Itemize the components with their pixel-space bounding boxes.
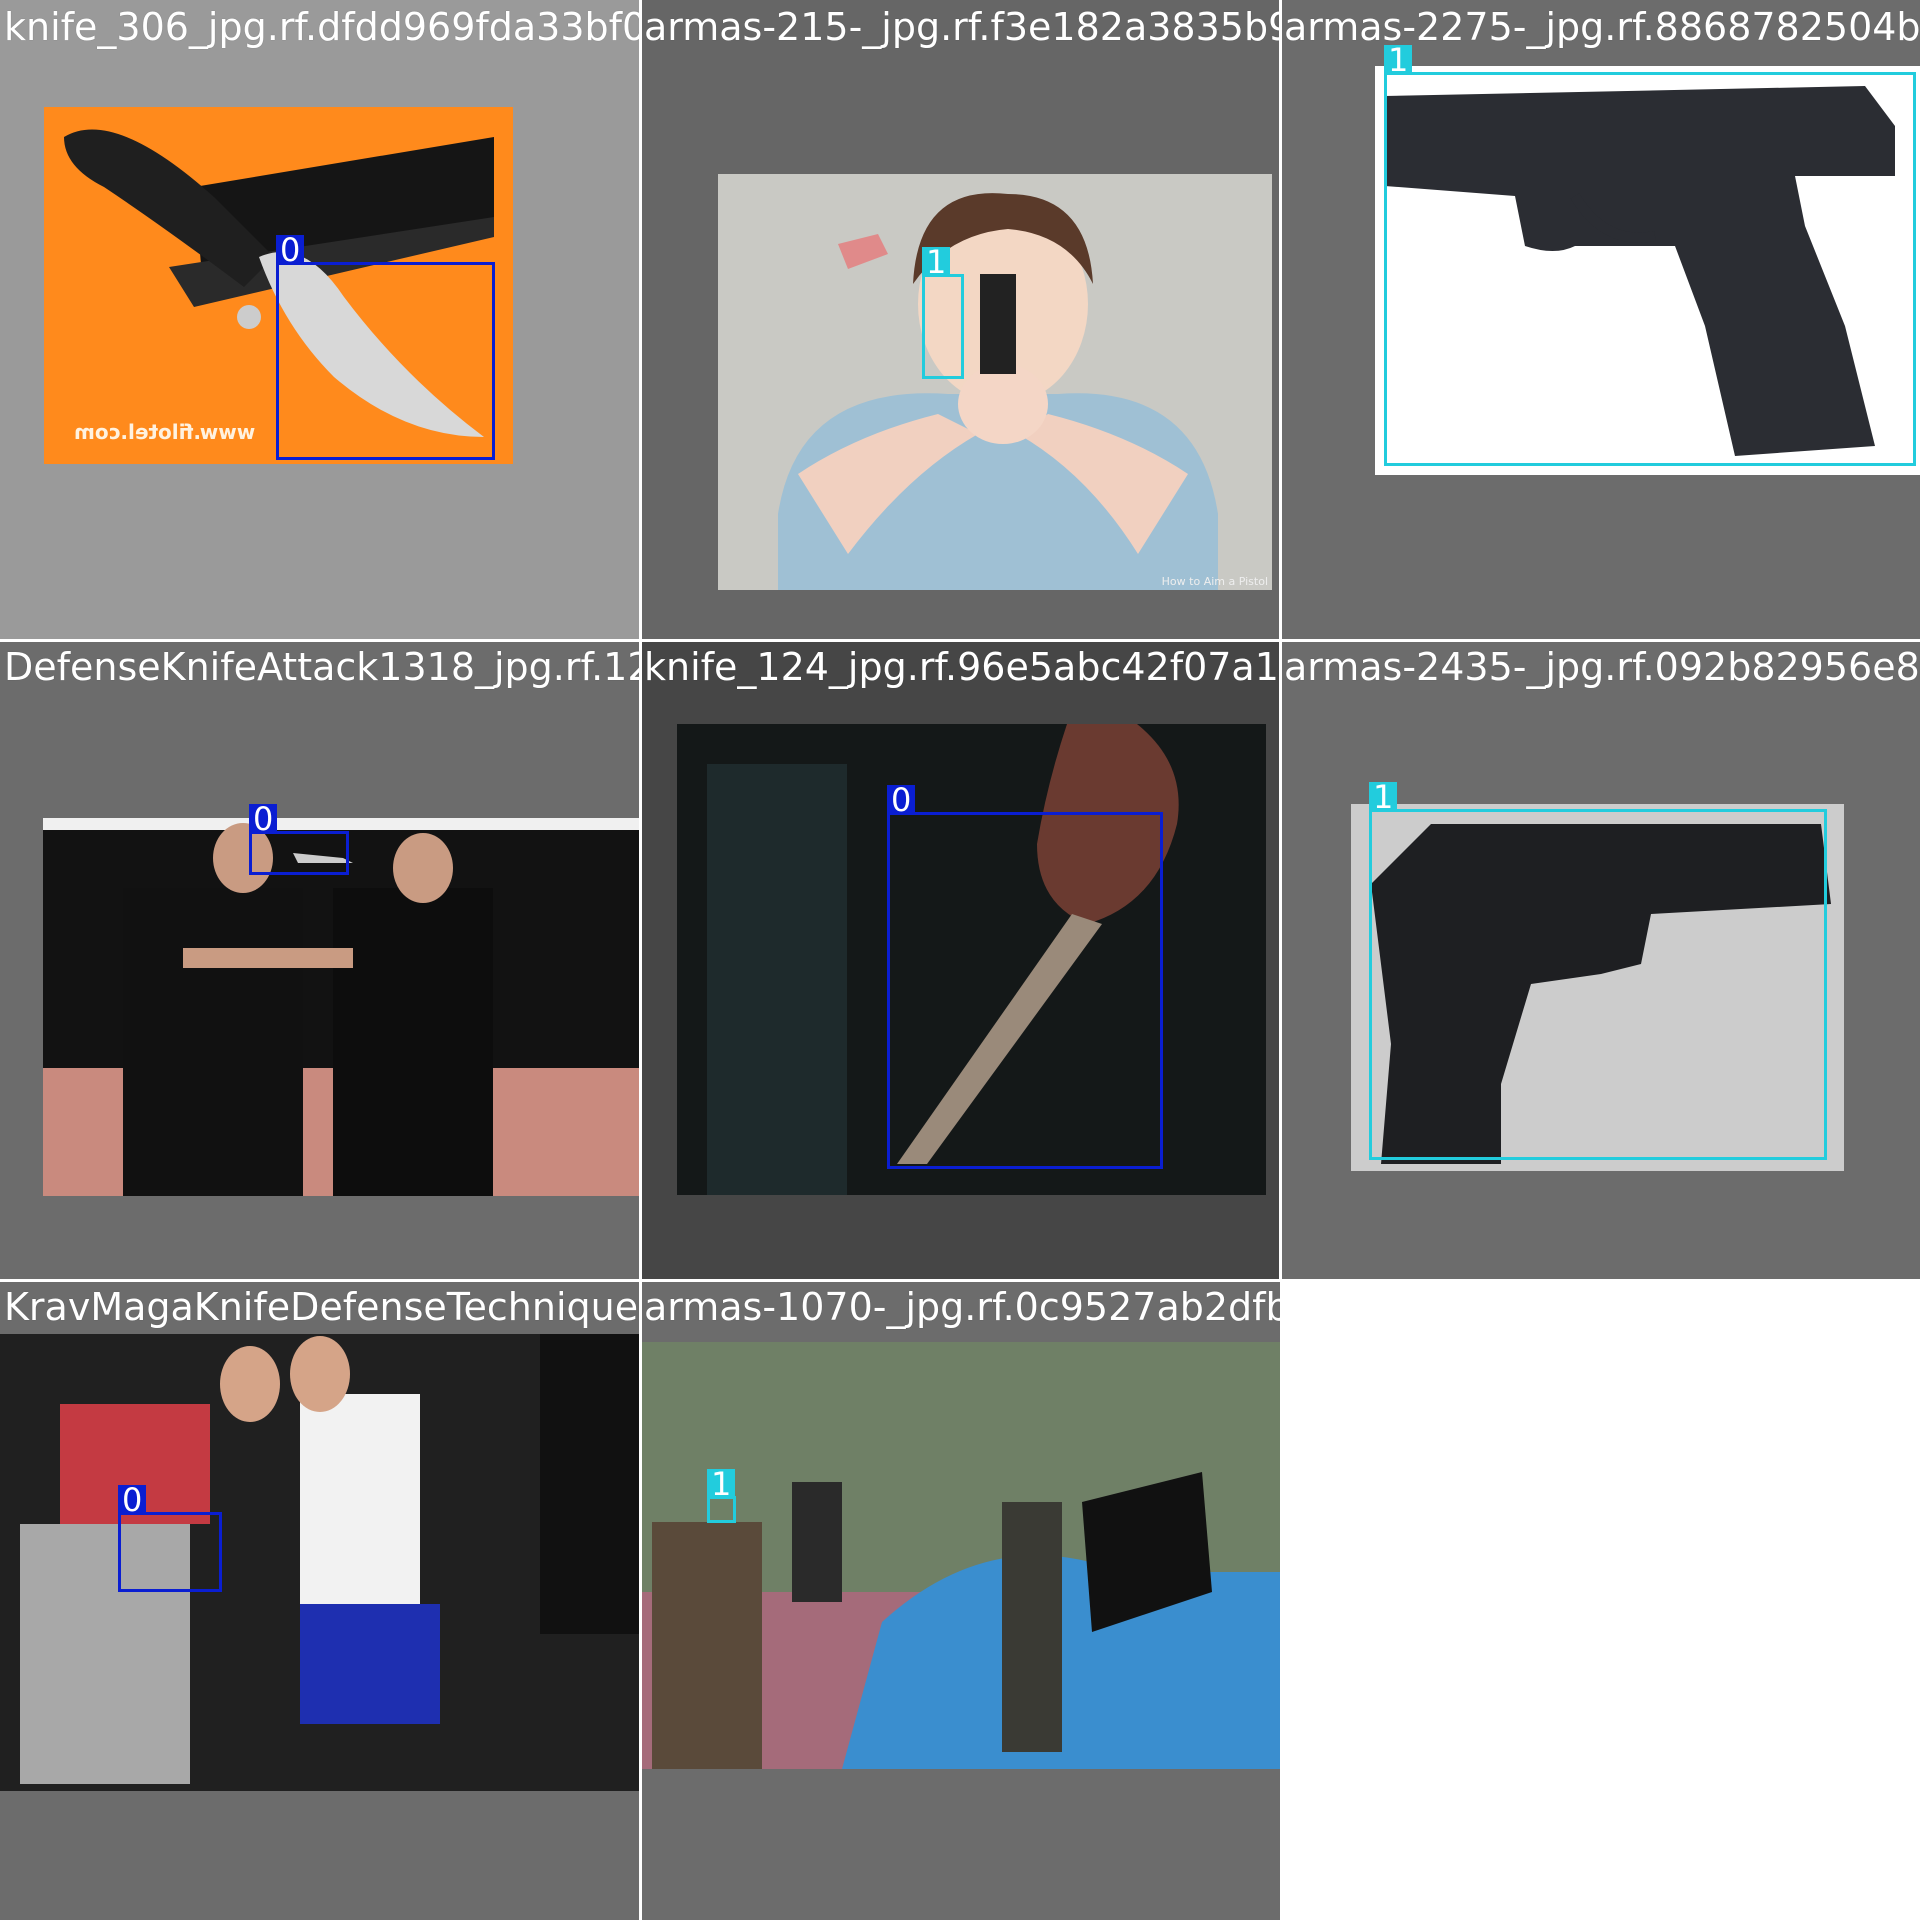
tile-filename: knife_124_jpg.rf.96e5abc42f07a10a1f2 (644, 645, 1280, 689)
watermark-text: How to Aim a Pistol (1161, 575, 1268, 588)
tile-filename: KravMagaKnifeDefenseTechniques238_jpg.rf (4, 1285, 640, 1329)
tile-knife-124: knife_124_jpg.rf.96e5abc42f07a10a1f2 0 (640, 640, 1280, 1280)
detection-box-class-1: 1 (1369, 781, 1827, 1160)
tile-armas-2435: armas-2435-_jpg.rf.092b82956e88ea5 1 (1280, 640, 1920, 1280)
tile-krav-maga: KravMagaKnifeDefenseTechniques238_jpg.rf… (0, 1280, 640, 1920)
detection-label: 0 (118, 1484, 147, 1516)
detection-label: 1 (922, 246, 951, 278)
detection-box-class-0: 0 (118, 1484, 222, 1592)
tile-filename: DefenseKnifeAttack1318_jpg.rf.12e6f1 (4, 645, 640, 689)
photo-riverside (642, 1342, 1280, 1769)
grid-divider (0, 639, 1920, 642)
tile-defense-knife-attack: DefenseKnifeAttack1318_jpg.rf.12e6f1 0 (0, 640, 640, 1280)
tile-filename: knife_306_jpg.rf.dfdd969fda33bf0e59c (4, 5, 640, 49)
photo-krav-maga (0, 1334, 640, 1791)
detection-box-class-0: 0 (276, 234, 495, 460)
detection-box-class-0: 0 (249, 803, 349, 875)
photo-aiming-illustration: How to Aim a Pistol (718, 174, 1272, 590)
detection-label: 1 (1369, 781, 1398, 813)
mosaic-grid: www.filotel.com knife_306_jpg.rf.dfdd969… (0, 0, 1920, 1920)
detection-box-class-1: 1 (922, 246, 964, 379)
tile-armas-1070: armas-1070-_jpg.rf.0c9527ab2dfb5a347565a… (640, 1280, 1280, 1920)
tile-filename: armas-2275-_jpg.rf.8868782504b26d7 (1284, 5, 1920, 49)
tile-filename: armas-215-_jpg.rf.f3e182a3835b99ee65 (644, 5, 1280, 49)
tile-armas-2275: armas-2275-_jpg.rf.8868782504b26d7 1 (1280, 0, 1920, 640)
detection-box-class-0: 0 (887, 784, 1163, 1169)
grid-divider (639, 0, 642, 1920)
empty-cell (1280, 1280, 1920, 1920)
tile-filename: armas-1070-_jpg.rf.0c9527ab2dfb5a347565a (644, 1285, 1280, 1329)
tile-filename: armas-2435-_jpg.rf.092b82956e88ea5 (1284, 645, 1920, 689)
grid-divider (0, 1279, 1920, 1282)
detection-label: 1 (707, 1468, 736, 1500)
tile-armas-215: How to Aim a Pistol armas-215-_jpg.rf.f3… (640, 0, 1280, 640)
detection-label: 0 (249, 803, 278, 835)
detection-box-class-1: 1 (1384, 44, 1916, 466)
detection-label: 0 (887, 784, 916, 816)
detection-label: 0 (276, 234, 305, 266)
detection-box-class-1: 1 (707, 1468, 736, 1523)
detection-label: 1 (1384, 44, 1413, 76)
tile-knife-306: www.filotel.com knife_306_jpg.rf.dfdd969… (0, 0, 640, 640)
watermark-text: www.filotel.com (74, 420, 256, 444)
